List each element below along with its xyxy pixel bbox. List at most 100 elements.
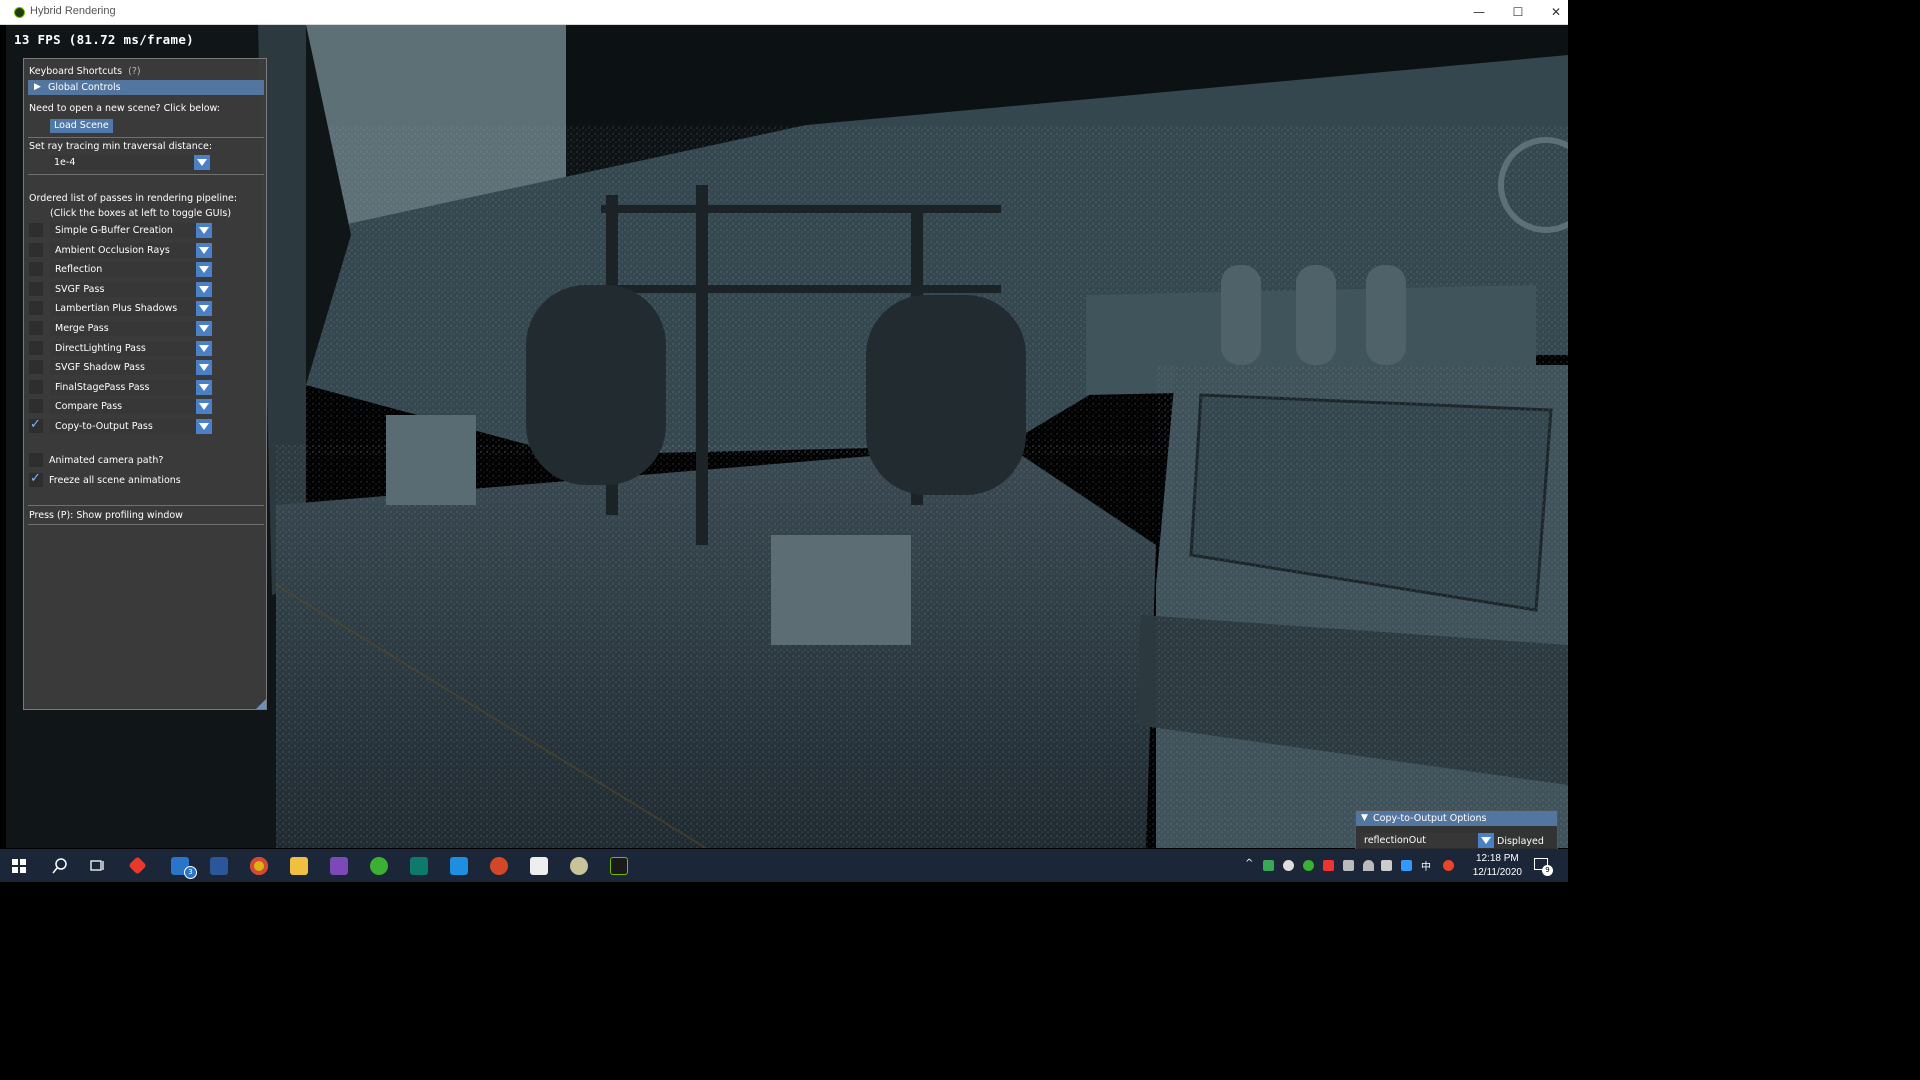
min-distance-select[interactable]: 1e-4	[50, 155, 210, 170]
freeze-animations-label: Freeze all scene animations	[49, 475, 181, 486]
pass-toggle-checkbox[interactable]	[29, 223, 43, 237]
app-icon-active[interactable]	[570, 857, 588, 875]
dropdown-arrow-icon[interactable]	[196, 379, 212, 395]
tray-app-icon[interactable]	[1263, 860, 1274, 871]
dropdown-arrow-icon[interactable]	[196, 262, 212, 278]
pass-label: Copy-to-Output Pass	[55, 421, 153, 432]
pass-label: Compare Pass	[55, 401, 123, 413]
copy-output-options-header[interactable]: ▼ Copy-to-Output Options	[1356, 811, 1557, 826]
resize-grip[interactable]	[256, 699, 266, 709]
fps-counter: 13 FPS (81.72 ms/frame)	[14, 32, 194, 47]
ime-indicator[interactable]: 中	[1421, 858, 1431, 873]
pass-select[interactable]: FinalStagePass Pass	[50, 379, 212, 395]
output-buffer-select[interactable]: reflectionOut	[1360, 833, 1494, 848]
wechat-tray-icon[interactable]	[1303, 860, 1314, 871]
pass-select[interactable]: Merge Pass	[50, 321, 212, 336]
dropdown-arrow-icon[interactable]	[196, 340, 212, 356]
dropdown-arrow-icon[interactable]	[196, 419, 212, 434]
search-icon[interactable]	[52, 858, 68, 874]
load-scene-button[interactable]: Load Scene	[50, 119, 113, 133]
dropdown-arrow-icon[interactable]	[196, 242, 212, 258]
shortcuts-help[interactable]: (?)	[128, 66, 140, 77]
pass-toggle-checkbox[interactable]	[29, 262, 43, 277]
animated-camera-label: Animated camera path?	[49, 455, 164, 466]
dropdown-arrow-icon[interactable]	[196, 360, 212, 376]
dropdown-arrow-icon[interactable]	[196, 301, 212, 317]
maximize-button[interactable]: ☐	[1499, 0, 1537, 24]
wifi-icon[interactable]	[1363, 860, 1374, 871]
passes-title: Ordered list of passes in rendering pipe…	[29, 193, 238, 204]
terminal-icon[interactable]	[410, 857, 428, 875]
pass-label: Lambertian Plus Shadows	[55, 303, 178, 315]
visual-studio-icon[interactable]	[330, 857, 348, 875]
collapse-arrow-icon: ▼	[1361, 813, 1368, 823]
pass-toggle-checkbox[interactable]	[29, 360, 43, 375]
pass-select[interactable]: Compare Pass	[50, 399, 212, 415]
window-titlebar[interactable]: Hybrid Rendering — ☐ ✕	[0, 0, 1568, 25]
pass-label: FinalStagePass Pass	[55, 381, 150, 393]
wechat-icon[interactable]	[370, 857, 388, 875]
animated-camera-checkbox[interactable]	[29, 453, 43, 467]
copy-output-options-window[interactable]: ▼ Copy-to-Output Options reflectionOut D…	[1355, 810, 1558, 850]
windows-taskbar: 3 ^ 中 12:18 PM 12/11/2020 9	[0, 849, 1568, 882]
nvidia-app-taskbar-icon[interactable]	[610, 857, 628, 875]
typora-icon[interactable]	[530, 857, 548, 875]
dropdown-arrow-icon[interactable]	[1478, 833, 1494, 848]
separator	[28, 524, 264, 525]
dropdown-arrow-icon[interactable]	[196, 399, 212, 415]
volume-icon[interactable]	[1381, 860, 1392, 871]
app-icon-red[interactable]	[128, 856, 147, 875]
qq-tray-icon[interactable]	[1323, 860, 1334, 871]
pass-toggle-checkbox[interactable]	[29, 281, 43, 296]
pass-toggle-checkbox[interactable]	[29, 417, 43, 433]
pass-toggle-checkbox[interactable]	[29, 321, 43, 335]
dropdown-arrow-icon[interactable]	[196, 223, 212, 238]
pass-select[interactable]: DirectLighting Pass	[50, 340, 212, 356]
window-title: Hybrid Rendering	[30, 5, 116, 17]
close-button[interactable]: ✕	[1537, 0, 1575, 24]
windows-start-icon[interactable]	[12, 859, 26, 873]
pass-label: Simple G-Buffer Creation	[55, 225, 173, 236]
new-scene-prompt: Need to open a new scene? Click below:	[29, 103, 221, 114]
file-explorer-icon[interactable]	[290, 857, 308, 875]
minimize-button[interactable]: —	[1460, 0, 1498, 24]
pass-select[interactable]: Lambertian Plus Shadows	[50, 301, 212, 317]
global-controls-header[interactable]: ▶ Global Controls	[28, 80, 264, 95]
dropbox-icon[interactable]	[1401, 860, 1412, 871]
pass-toggle-checkbox[interactable]	[29, 379, 43, 394]
task-view-icon[interactable]	[90, 858, 106, 874]
freeze-animations-checkbox[interactable]	[29, 471, 43, 487]
min-distance-value: 1e-4	[54, 157, 76, 168]
profiling-hint: Press (P): Show profiling window	[29, 510, 183, 521]
pass-toggle-checkbox[interactable]	[29, 301, 43, 316]
pass-select[interactable]: Simple G-Buffer Creation	[50, 223, 212, 238]
pass-label: Ambient Occlusion Rays	[55, 244, 170, 256]
chrome-icon[interactable]	[250, 857, 268, 875]
pass-label: SVGF Shadow Pass	[55, 362, 145, 374]
battery-icon[interactable]	[1343, 860, 1354, 871]
pass-select[interactable]: Copy-to-Output Pass	[50, 419, 212, 434]
dropdown-arrow-icon[interactable]	[194, 155, 210, 170]
expand-arrow-icon: ▶	[34, 82, 41, 92]
pass-select[interactable]: SVGF Shadow Pass	[50, 360, 212, 376]
tray-overflow-chevron-icon[interactable]: ^	[1245, 858, 1253, 869]
pass-toggle-checkbox[interactable]	[29, 399, 43, 414]
pass-label: DirectLighting Pass	[55, 342, 146, 354]
system-clock[interactable]: 12:18 PM 12/11/2020	[1473, 852, 1522, 880]
word-icon[interactable]	[210, 857, 228, 875]
dropdown-arrow-icon[interactable]	[196, 321, 212, 336]
pass-select[interactable]: Reflection	[50, 262, 212, 278]
separator	[28, 137, 264, 138]
vscode-icon[interactable]	[450, 857, 468, 875]
onedrive-icon[interactable]	[1283, 860, 1294, 871]
pass-toggle-checkbox[interactable]	[29, 242, 43, 257]
powerpoint-icon[interactable]	[490, 857, 508, 875]
controls-panel[interactable]: Keyboard Shortcuts (?) ▶ Global Controls…	[23, 58, 267, 710]
pass-select[interactable]: SVGF Pass	[50, 281, 212, 297]
pass-toggle-checkbox[interactable]	[29, 340, 43, 355]
min-distance-label: Set ray tracing min traversal distance:	[29, 141, 213, 152]
sogou-icon[interactable]	[1443, 860, 1454, 871]
clock-date: 12/11/2020	[1472, 867, 1522, 878]
dropdown-arrow-icon[interactable]	[196, 281, 212, 297]
pass-select[interactable]: Ambient Occlusion Rays	[50, 242, 212, 258]
